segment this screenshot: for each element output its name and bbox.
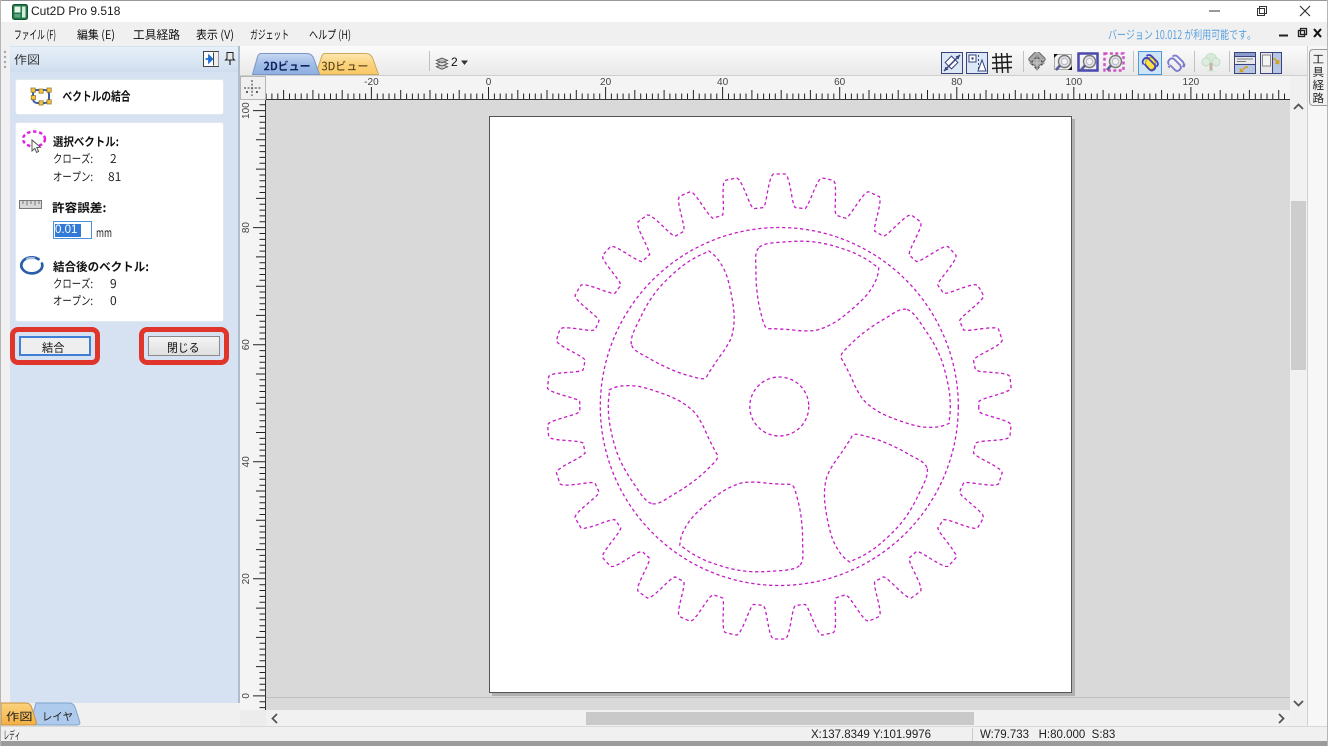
svg-text:20: 20 — [600, 77, 612, 88]
svg-text:80: 80 — [951, 77, 963, 88]
svg-text:40: 40 — [241, 456, 252, 468]
svg-text:100: 100 — [241, 102, 252, 119]
svg-text:40: 40 — [717, 77, 729, 88]
svg-text:-20: -20 — [364, 77, 379, 88]
svg-text:100: 100 — [1065, 77, 1082, 88]
svg-text:60: 60 — [834, 77, 846, 88]
svg-text:60: 60 — [241, 339, 252, 351]
svg-text:0: 0 — [241, 693, 252, 699]
svg-text:0: 0 — [486, 77, 492, 88]
svg-text:120: 120 — [1183, 77, 1200, 88]
svg-text:80: 80 — [241, 222, 252, 234]
svg-text:20: 20 — [241, 573, 252, 585]
